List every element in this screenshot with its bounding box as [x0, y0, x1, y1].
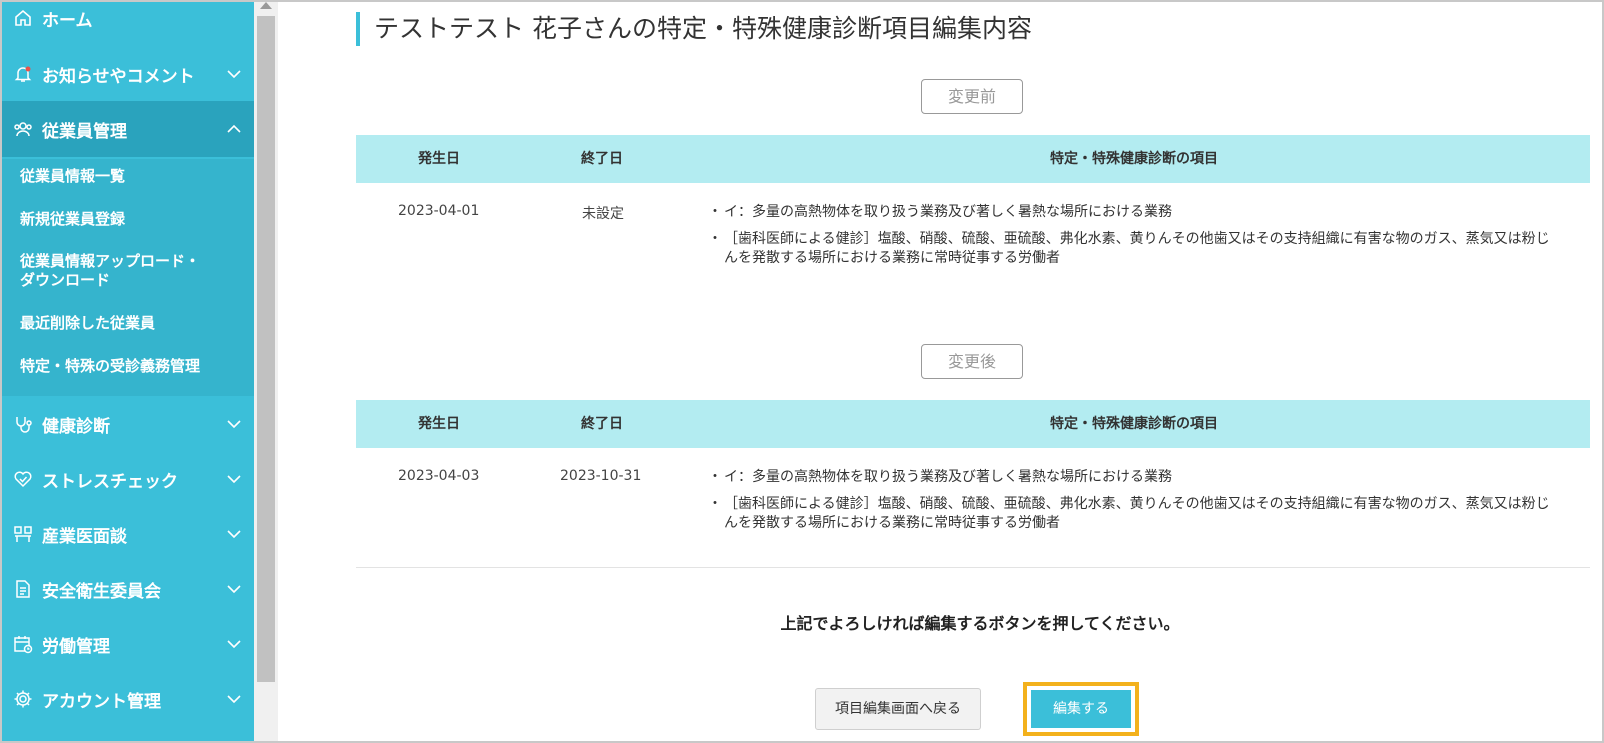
list-item: ［歯科医師による健診］塩酸、硝酸、硫酸、亜硫酸、弗化水素、黄りんその他歯又はその…: [708, 230, 1552, 268]
column-start-date: 発生日: [418, 416, 460, 432]
sidebar-item-label: 健康診断: [42, 416, 110, 437]
gear-icon: [12, 688, 34, 710]
after-tag: 変更後: [921, 344, 1023, 379]
sidebar-item-label: お知らせやコメント: [42, 66, 195, 87]
before-table-header: 発生日 終了日 特定・特殊健康診断の項目: [356, 135, 1590, 183]
chevron-down-icon: [227, 530, 241, 539]
after-table-header: 発生日 終了日 特定・特殊健康診断の項目: [356, 400, 1590, 448]
interview-icon: [12, 523, 34, 545]
list-item: ［歯科医師による健診］塩酸、硝酸、硫酸、亜硫酸、弗化水素、黄りんその他歯又はその…: [708, 495, 1552, 533]
sidebar-scrollbar[interactable]: [254, 0, 278, 743]
column-start-date: 発生日: [418, 151, 460, 167]
document-icon: [12, 578, 34, 600]
bell-icon: [12, 63, 34, 85]
submenu-upload-download-line1[interactable]: 従業員情報アップロード・: [20, 252, 200, 271]
sidebar-item-label: ホーム: [42, 10, 93, 31]
submenu-employee-list[interactable]: 従業員情報一覧: [20, 167, 125, 186]
employee-submenu: 従業員情報一覧 新規従業員登録 従業員情報アップロード・ ダウンロード 最近削除…: [2, 159, 254, 396]
back-to-edit-button[interactable]: 項目編集画面へ戻る: [815, 688, 981, 730]
sidebar-item-employees[interactable]: 従業員管理: [2, 101, 254, 157]
sidebar-item-health-check[interactable]: 健康診断: [2, 396, 254, 452]
home-icon: [12, 7, 34, 29]
submenu-special-exam-duty[interactable]: 特定・特殊の受診義務管理: [20, 357, 200, 376]
sidebar-item-label: 産業医面談: [42, 526, 127, 547]
after-items-list: イ：多量の高熱物体を取り扱う業務及び著しく暑熱な場所における業務 ［歯科医師によ…: [708, 468, 1552, 541]
heart-check-icon: [12, 468, 34, 490]
list-item: イ：多量の高熱物体を取り扱う業務及び著しく暑熱な場所における業務: [708, 203, 1552, 222]
scroll-thumb[interactable]: [257, 16, 275, 682]
before-items-list: イ：多量の高熱物体を取り扱う業務及び著しく暑熱な場所における業務 ［歯科医師によ…: [708, 203, 1552, 276]
submenu-new-employee[interactable]: 新規従業員登録: [20, 210, 125, 229]
submenu-upload-download-line2[interactable]: ダウンロード: [20, 271, 110, 290]
sidebar-item-label: アカウント管理: [42, 691, 161, 712]
sidebar-item-label: 労働管理: [42, 636, 110, 657]
scroll-up-arrow-icon[interactable]: [260, 2, 272, 9]
sidebar-item-label: ストレスチェック: [42, 471, 178, 492]
sidebar-item-account-management[interactable]: アカウント管理: [2, 671, 254, 727]
edit-button[interactable]: 編集する: [1031, 690, 1131, 728]
chevron-down-icon: [227, 475, 241, 484]
stethoscope-icon: [12, 413, 34, 435]
confirm-message: 上記でよろしければ編集するボタンを押してください。: [780, 614, 1180, 633]
main-content: テストテスト 花子さんの特定・特殊健康診断項目編集内容 変更前 発生日 終了日 …: [278, 0, 1602, 743]
sidebar-item-doctor-interview[interactable]: 産業医面談: [2, 506, 254, 562]
before-end-date: 未設定: [582, 206, 624, 222]
column-items: 特定・特殊健康診断の項目: [1050, 151, 1218, 167]
people-icon: [12, 118, 34, 140]
chevron-down-icon: [227, 585, 241, 594]
column-end-date: 終了日: [581, 151, 623, 167]
sidebar-item-stress-check[interactable]: ストレスチェック: [2, 451, 254, 507]
sidebar-item-label: 安全衛生委員会: [42, 581, 161, 602]
column-end-date: 終了日: [581, 416, 623, 432]
sidebar: ホーム お知らせやコメント 従業員管理 従業員情報一覧 新規従業員登録 従業員情…: [2, 0, 254, 743]
sidebar-item-safety-committee[interactable]: 安全衛生委員会: [2, 561, 254, 617]
after-start-date: 2023-04-03: [398, 468, 480, 484]
list-item: イ：多量の高熱物体を取り扱う業務及び著しく暑熱な場所における業務: [708, 468, 1552, 487]
sidebar-item-labor-management[interactable]: 労働管理: [2, 616, 254, 672]
page-title: テストテスト 花子さんの特定・特殊健康診断項目編集内容: [356, 12, 1032, 46]
after-end-date: 2023-10-31: [560, 468, 642, 484]
sidebar-item-home[interactable]: ホーム: [2, 0, 254, 46]
submenu-deleted-employees[interactable]: 最近削除した従業員: [20, 314, 155, 333]
sidebar-item-label: 従業員管理: [42, 121, 127, 142]
calendar-clock-icon: [12, 633, 34, 655]
chevron-down-icon: [227, 695, 241, 704]
chevron-down-icon: [227, 640, 241, 649]
divider: [356, 567, 1590, 568]
chevron-down-icon: [227, 420, 241, 429]
before-start-date: 2023-04-01: [398, 203, 480, 219]
sidebar-item-notices[interactable]: お知らせやコメント: [2, 46, 254, 102]
before-tag: 変更前: [921, 79, 1023, 114]
chevron-up-icon: [227, 124, 241, 133]
column-items: 特定・特殊健康診断の項目: [1050, 416, 1218, 432]
chevron-down-icon: [227, 70, 241, 79]
